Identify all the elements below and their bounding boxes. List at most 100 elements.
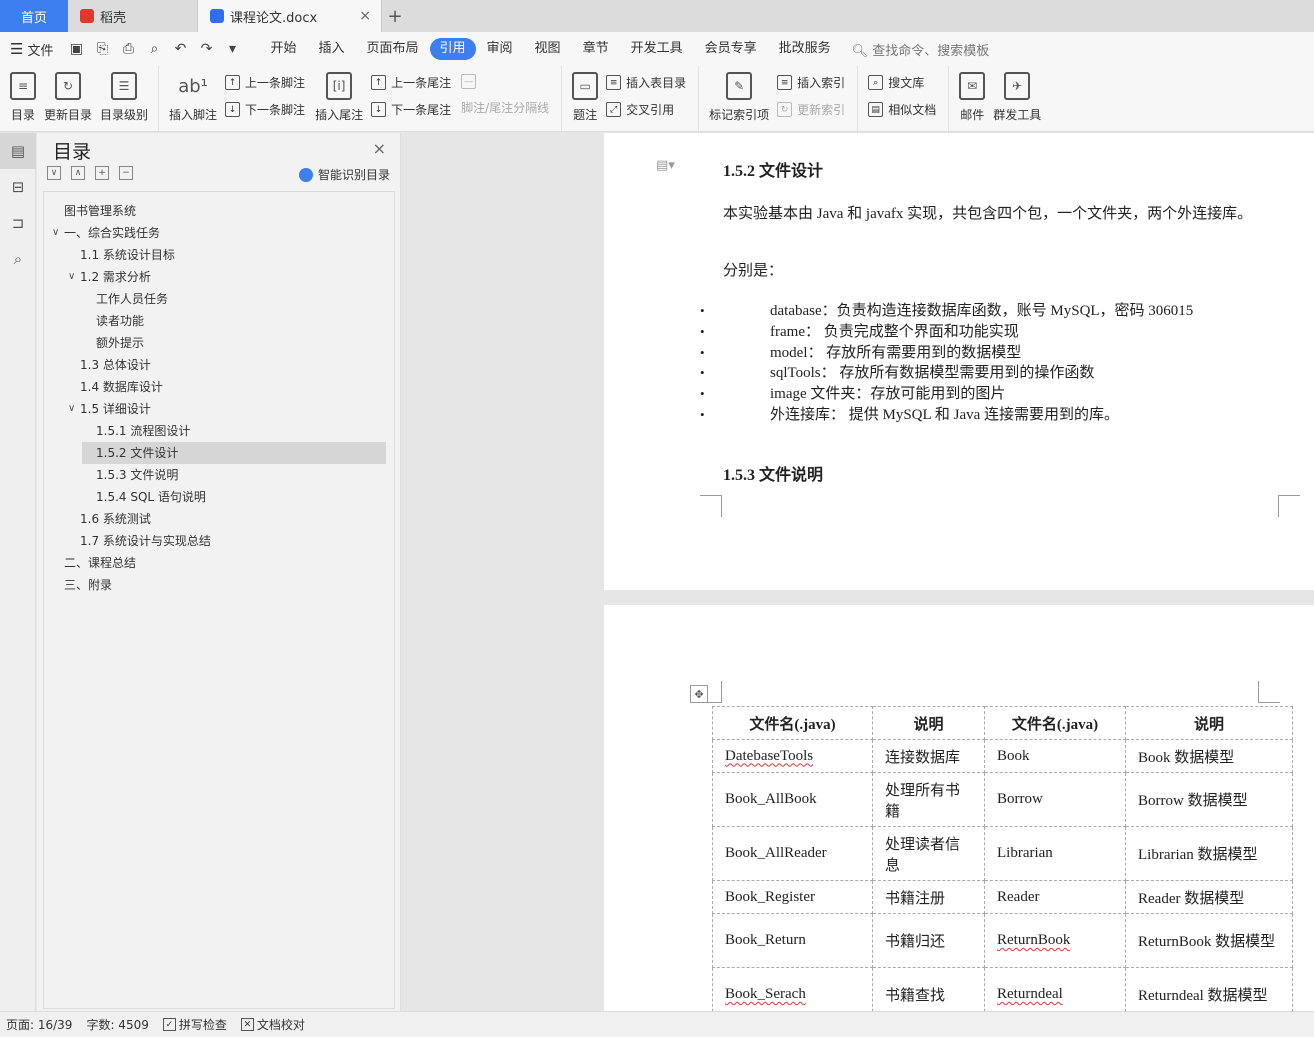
table-cell: Librarian 数据模型 — [1125, 826, 1293, 881]
command-search[interactable]: 🔍︎ 查找命令、搜索模板 — [852, 40, 990, 59]
cross-reference-button[interactable]: ⤢ 交叉引用 — [606, 101, 686, 118]
toc-item[interactable]: ∨ 1.5 详细设计 — [44, 398, 394, 420]
tab-daoke[interactable]: 稻壳 — [68, 0, 198, 32]
menu-tab-member[interactable]: 会员专享 — [694, 38, 768, 60]
close-tab-icon[interactable]: × — [359, 8, 371, 24]
chevron-down-icon[interactable]: ∨ — [52, 222, 59, 244]
export-icon[interactable]: ⎘ — [93, 41, 111, 57]
note-separator-button[interactable]: 脚注/尾注分隔线 — [461, 99, 549, 116]
save-icon[interactable]: ▣ — [67, 41, 85, 57]
prev-footnote-button[interactable]: ↑ 上一条脚注 — [225, 74, 305, 91]
table-cell: DatebaseTools — [712, 739, 873, 773]
more-dropdown-icon[interactable]: ▾ — [223, 41, 241, 57]
table-move-handle-icon[interactable]: ✥ — [690, 685, 708, 703]
print-icon[interactable]: ⎙ — [119, 41, 137, 57]
tab-document[interactable]: 课程论文.docx × — [198, 0, 382, 32]
expand-all-icon[interactable]: ∨ — [47, 166, 61, 180]
mail-button[interactable]: ✉ 邮件 — [959, 72, 986, 123]
table-cell: Returndeal — [984, 967, 1126, 1011]
menu-tab-insert[interactable]: 插入 — [307, 38, 355, 60]
menu-tab-page-layout[interactable]: 页面布局 — [356, 38, 430, 60]
search-icon: 🔍︎ — [851, 43, 869, 59]
page-margin-corner — [700, 495, 722, 517]
similar-docs-button[interactable]: ▤ 相似文档 — [868, 101, 936, 118]
toc-item[interactable]: 工作人员任务 — [44, 288, 394, 310]
toc-item[interactable]: 1.1 系统设计目标 — [44, 244, 394, 266]
mass-tools-icon: ✈ — [1004, 72, 1031, 100]
insert-table-of-figures-button[interactable]: ≡ 插入表目录 — [606, 74, 686, 91]
update-toc-icon: ↻ — [55, 72, 81, 100]
bookmark-icon[interactable]: ⊐ — [0, 205, 36, 241]
redo-icon[interactable]: ↷ — [197, 41, 215, 57]
toc-item[interactable]: ∨ 1.2 需求分析 — [44, 266, 394, 288]
menu-tab-section[interactable]: 章节 — [572, 38, 620, 60]
wps-writer-icon — [210, 9, 224, 23]
insert-index-button[interactable]: ≡ 插入索引 — [777, 74, 845, 91]
toc-item[interactable]: 1.6 系统测试 — [44, 508, 394, 530]
toc-item[interactable]: 三、附录 — [44, 574, 394, 596]
smart-toc-button[interactable]: 智能识别目录 — [298, 166, 390, 183]
toc-item[interactable]: 额外提示 — [44, 332, 394, 354]
chevron-down-icon[interactable]: ∨ — [68, 398, 75, 420]
insert-table-of-figures-label: 插入表目录 — [626, 76, 687, 90]
insert-endnote-button[interactable]: [i] 插入尾注 — [315, 72, 363, 123]
page-indicator[interactable]: 页面: 16/39 — [6, 1016, 72, 1033]
toc-item[interactable]: 1.3 总体设计 — [44, 354, 394, 376]
menu-tab-references[interactable]: 引用 — [429, 38, 476, 60]
next-footnote-button[interactable]: ↓ 下一条脚注 — [225, 101, 305, 118]
collapse-all-icon[interactable]: ∧ — [71, 166, 85, 180]
chapter-nav-icon[interactable]: ⊟ — [0, 169, 36, 205]
prev-endnote-button[interactable]: ↑ 上一条尾注 — [371, 74, 451, 91]
toc-panel-icon[interactable]: ▤ — [0, 133, 36, 169]
toc-level-button[interactable]: ☰ 目录级别 — [100, 72, 148, 123]
update-toc-button[interactable]: ↻ 更新目录 — [44, 72, 92, 123]
close-icon[interactable]: × — [373, 139, 386, 158]
paragraph-menu-icon[interactable]: ▤▾ — [656, 157, 675, 173]
toc-item[interactable]: 图书管理系统 — [44, 200, 394, 222]
next-endnote-button[interactable]: ↓ 下一条尾注 — [371, 101, 451, 118]
caption-button[interactable]: ▭ 题注 — [572, 72, 599, 123]
toc-item[interactable]: 1.5.3 文件说明 — [44, 464, 394, 486]
print-preview-icon[interactable]: ⌕ — [145, 41, 163, 57]
demote-icon[interactable]: − — [119, 166, 133, 180]
insert-footnote-button[interactable]: ab¹ 插入脚注 — [169, 72, 217, 123]
toc-item-label: 工作人员任务 — [96, 292, 169, 306]
menu-tab-developer[interactable]: 开发工具 — [620, 38, 694, 60]
toc-item-label: 1.5.4 SQL 语句说明 — [96, 490, 206, 504]
spell-check-button[interactable]: ✓ 拼写检查 — [162, 1016, 227, 1033]
toc-toolbar: ∨ ∧ + − — [47, 166, 133, 180]
update-index-button[interactable]: ↻ 更新索引 — [777, 101, 845, 118]
proofread-button[interactable]: ✕ 文档校对 — [240, 1016, 305, 1033]
similar-docs-label: 相似文档 — [888, 103, 937, 117]
cross-reference-icon: ⤢ — [606, 102, 622, 117]
toc-button[interactable]: ≡ 目录 — [10, 72, 36, 123]
toc-item[interactable]: ∨ 一、综合实践任务 — [44, 222, 394, 244]
toc-item[interactable]: 1.5.2 文件设计 — [82, 442, 386, 464]
caption-icon: ▭ — [572, 72, 599, 100]
toc-item-label: 1.5.2 文件设计 — [96, 446, 179, 460]
mark-index-entry-button[interactable]: ✎ 标记索引项 — [709, 72, 769, 123]
toc-item-label: 1.5.1 流程图设计 — [96, 424, 191, 438]
toc-item[interactable]: 1.5.1 流程图设计 — [44, 420, 394, 442]
mass-tools-button[interactable]: ✈ 群发工具 — [993, 72, 1041, 123]
menu-tab-view[interactable]: 视图 — [524, 38, 572, 60]
toc-item[interactable]: 1.5.4 SQL 语句说明 — [44, 486, 394, 508]
toc-item[interactable]: 1.4 数据库设计 — [44, 376, 394, 398]
word-count[interactable]: 字数: 4509 — [86, 1016, 148, 1033]
toc-item[interactable]: 1.7 系统设计与实现总结 — [44, 530, 394, 552]
promote-icon[interactable]: + — [95, 166, 109, 180]
spell-check-label: 拼写检查 — [178, 1018, 227, 1032]
menu-tab-correction[interactable]: 批改服务 — [768, 38, 842, 60]
chevron-down-icon[interactable]: ∨ — [68, 266, 75, 288]
menu-tab-review[interactable]: 审阅 — [476, 38, 524, 60]
menu-tab-home[interactable]: 开始 — [259, 38, 307, 60]
toc-item[interactable]: 读者功能 — [44, 310, 394, 332]
separator-icon-row: — — [461, 74, 549, 89]
file-menu[interactable]: ☰ 文件 — [10, 40, 53, 59]
search-library-button[interactable]: ⌕ 搜文库 — [868, 74, 936, 91]
undo-icon[interactable]: ↶ — [171, 41, 189, 57]
toc-item[interactable]: 二、课程总结 — [44, 552, 394, 574]
tab-home[interactable]: 首页 — [0, 0, 68, 32]
new-tab-button[interactable]: + — [382, 0, 408, 32]
find-icon[interactable]: ⌕ — [0, 241, 36, 277]
